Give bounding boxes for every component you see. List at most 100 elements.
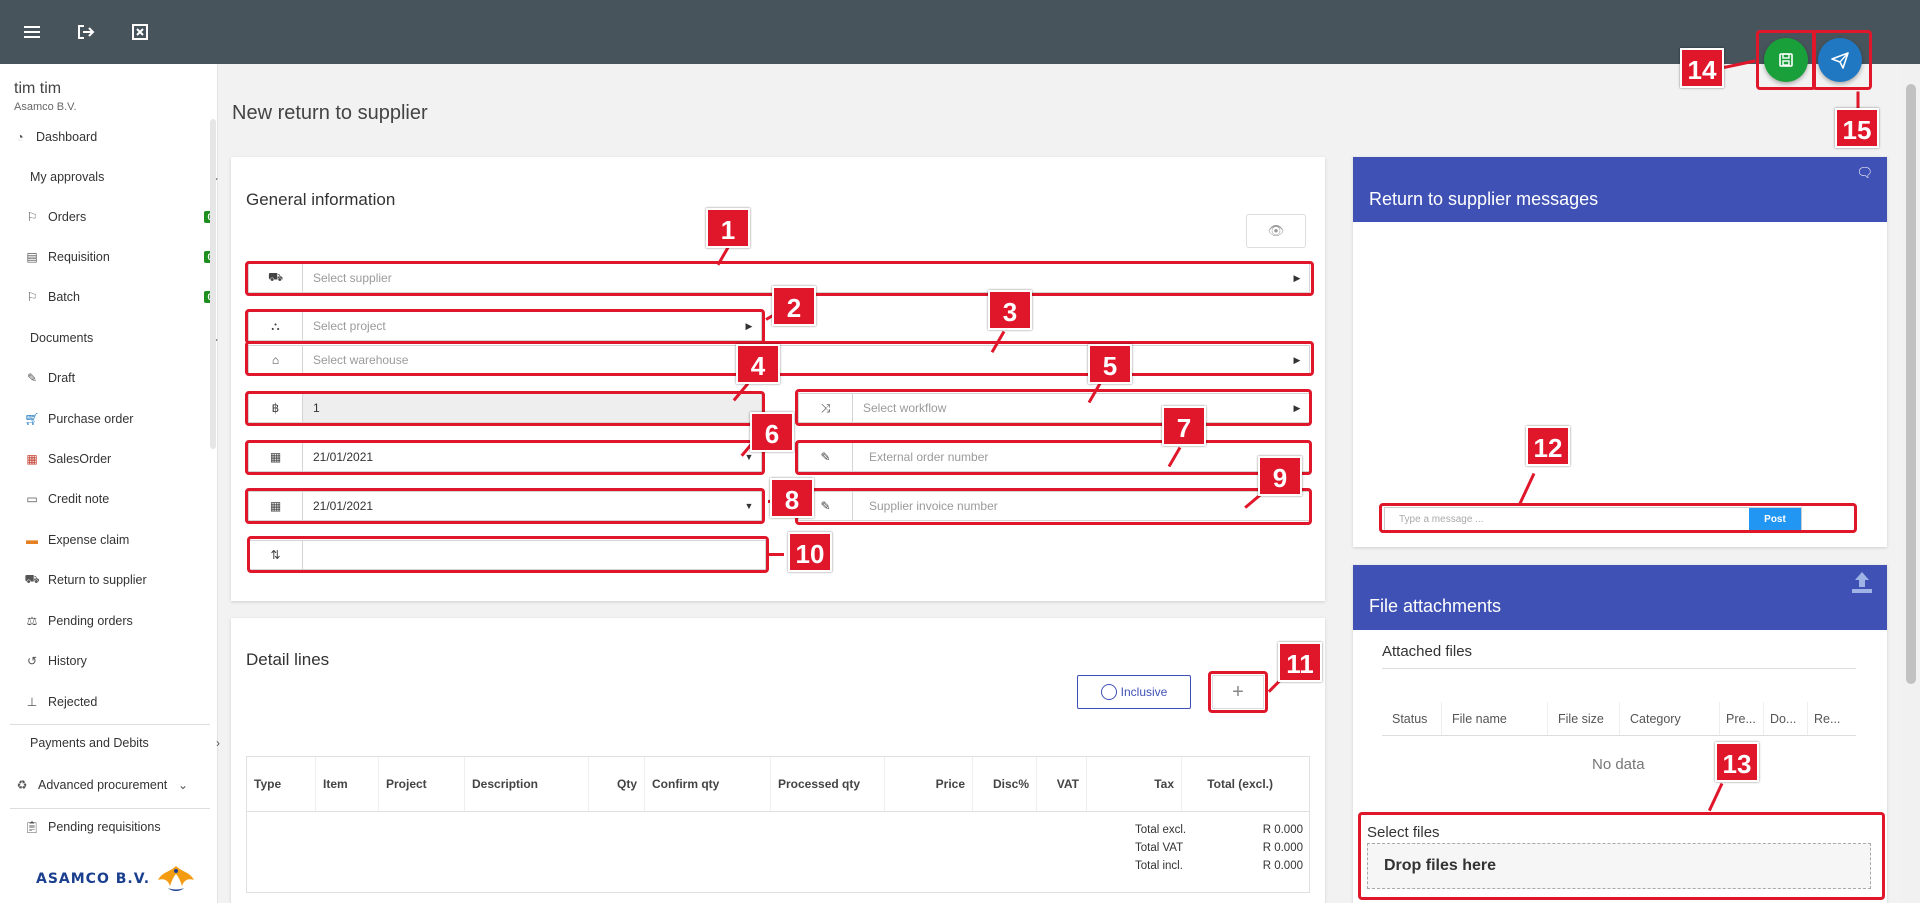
order-date-value: 21/01/2021 (313, 450, 374, 464)
sidebar-scrollbar[interactable] (210, 119, 216, 449)
message-input[interactable]: Type a message ... Post (1384, 507, 1802, 531)
cycle-icon: ♻ (16, 778, 28, 792)
caret-right-icon: ▶ (1293, 272, 1301, 283)
supplier-invoice-number-input[interactable]: ✎ Supplier invoice number (798, 491, 1310, 521)
sidebar-item-return-to-supplier[interactable]: ⛟ Return to supplier (24, 565, 234, 595)
post-button[interactable]: Post (1749, 508, 1801, 530)
delivery-date-picker[interactable]: ▦ 21/01/2021 ▼ (248, 491, 762, 521)
annotation-number: 5 (1088, 344, 1132, 384)
column-header[interactable]: Description (465, 757, 589, 811)
file-dropzone[interactable]: Drop files here (1367, 843, 1871, 889)
currency-icon: ฿ (249, 394, 303, 422)
annotation-number: 12 (1526, 426, 1570, 466)
sidebar-item-orders[interactable]: ⚐ Orders 0 (24, 202, 234, 232)
column-header[interactable]: Project (379, 757, 465, 811)
general-information-title: General information (246, 190, 396, 209)
annotation-leader (768, 553, 784, 556)
scrollbar-thumb[interactable] (1906, 84, 1916, 684)
calendar-icon: ▦ (249, 492, 303, 520)
order-date-picker[interactable]: ▦ 21/01/2021 ▼ (248, 442, 762, 472)
column-header[interactable]: Type (247, 757, 316, 811)
sidebar-item-pending-orders[interactable]: ⚖ Pending orders (24, 606, 234, 636)
sidebar-item-expense-claim[interactable]: ▬ Expense claim (24, 525, 234, 555)
column-header[interactable]: Confirm qty (645, 757, 771, 811)
page-scrollbar[interactable] (1902, 64, 1920, 903)
sidebar-item-credit-note[interactable]: ▭ Credit note (24, 484, 234, 514)
shuffle-icon: ⤨ (799, 394, 853, 422)
column-header[interactable]: Disc% (973, 757, 1037, 811)
column-header[interactable]: Pre... (1720, 702, 1764, 735)
project-select[interactable]: ⛬ Select project ▶ (248, 311, 762, 341)
total-excl-row: Total excl. R 0.000 (1135, 824, 1303, 836)
column-header[interactable]: File name (1442, 702, 1548, 735)
add-line-button[interactable]: + (1212, 675, 1264, 709)
sidebar-item-requisition[interactable]: ▤ Requisition 0 (24, 242, 234, 272)
column-header[interactable]: VAT (1037, 757, 1087, 811)
warehouse-placeholder: Select warehouse (313, 353, 409, 367)
sidebar-item-documents[interactable]: Documents ⌄ (30, 323, 240, 353)
pencil-icon: ✎ (799, 443, 853, 471)
sort-order-input[interactable]: ⇅ (248, 540, 766, 570)
sidebar-item-sales-order[interactable]: ▦ SalesOrder (24, 444, 234, 474)
sidebar-item-label: History (48, 654, 87, 668)
upload-icon[interactable] (1849, 569, 1875, 598)
select-files-label[interactable]: Select files (1367, 824, 1440, 841)
inclusive-toggle-button[interactable]: Inclusive (1077, 675, 1191, 709)
sidebar-item-rejected[interactable]: ⊥ Rejected (24, 687, 234, 717)
caret-down-icon: ▼ (744, 501, 754, 511)
external-order-number-input[interactable]: ✎ External order number (798, 442, 1310, 472)
column-header[interactable]: Processed qty (771, 757, 885, 811)
sidebar-item-batch[interactable]: ⚐ Batch 0 (24, 282, 234, 312)
hamburger-icon[interactable] (18, 18, 46, 46)
external-order-placeholder: External order number (869, 450, 989, 464)
sign-out-icon[interactable] (72, 18, 100, 46)
workflow-select[interactable]: ⤨ Select workflow ▶ (798, 393, 1310, 423)
sidebar-item-label: Batch (48, 290, 80, 304)
column-header[interactable]: Status (1382, 702, 1442, 735)
sidebar-item-purchase-order[interactable]: 🛒︎ Purchase order (24, 404, 234, 434)
column-header[interactable]: Qty (589, 757, 645, 811)
currency-field[interactable]: ฿ 1 (248, 393, 762, 423)
sidebar-item-draft[interactable]: ✎ Draft (24, 363, 234, 393)
close-box-icon[interactable] (126, 18, 154, 46)
annotation-number: 4 (736, 344, 780, 384)
sidebar-item-my-approvals[interactable]: My approvals ⌄ (30, 162, 240, 192)
column-header[interactable]: Tax (1087, 757, 1182, 811)
column-header[interactable]: Re... (1808, 702, 1856, 735)
sidebar-item-label: Return to supplier (48, 573, 147, 587)
comment-icon[interactable]: 🗨︎ (1856, 165, 1873, 181)
send-button[interactable] (1818, 38, 1862, 82)
divider (1382, 668, 1856, 669)
caret-right-icon: ▶ (745, 320, 753, 331)
sidebar-item-dashboard[interactable]: ◔ Dashboard (12, 122, 222, 152)
annotation-number: 1 (706, 208, 750, 248)
column-header[interactable]: Do... (1764, 702, 1808, 735)
attached-files-title: Attached files (1382, 643, 1473, 660)
annotation-number: 10 (788, 532, 832, 572)
column-header[interactable]: Price (885, 757, 973, 811)
history-icon: ↺ (26, 654, 38, 668)
sidebar: tim tim Asamco B.V. ◔ Dashboard My appro… (0, 64, 220, 903)
column-header[interactable]: Category (1620, 702, 1720, 735)
column-header[interactable]: Total (excl.) (1182, 757, 1280, 811)
paper-plane-icon (1831, 52, 1849, 69)
annotation-number: 13 (1715, 742, 1759, 782)
sidebar-item-history[interactable]: ↺ History (24, 646, 234, 676)
annotation-number: 14 (1680, 48, 1724, 88)
warehouse-icon: ⌂ (249, 346, 303, 374)
save-button[interactable] (1764, 38, 1808, 82)
caret-right-icon: ▶ (1293, 354, 1301, 365)
sidebar-item-pending-requisitions[interactable]: 📋︎ Pending requisitions (24, 812, 234, 842)
attachments-title: File attachments (1369, 596, 1502, 616)
total-label: Total VAT (1135, 842, 1184, 854)
attachments-table-header: Status File name File size Category Pre.… (1382, 702, 1856, 736)
total-label: Total incl. (1135, 860, 1183, 872)
sidebar-item-label: Rejected (48, 695, 98, 709)
sidebar-item-payments-and-debits[interactable]: Payments and Debits › (30, 728, 240, 758)
sidebar-item-advanced-procurement[interactable]: ♻ Advanced procurement ⌄ (14, 770, 224, 800)
column-header[interactable]: Item (316, 757, 379, 811)
sidebar-item-label: Payments and Debits (30, 736, 149, 750)
eye-toggle-button[interactable]: 👁︎ (1246, 214, 1306, 248)
sidebar-item-label: SalesOrder (48, 452, 112, 466)
column-header[interactable]: File size (1548, 702, 1620, 735)
